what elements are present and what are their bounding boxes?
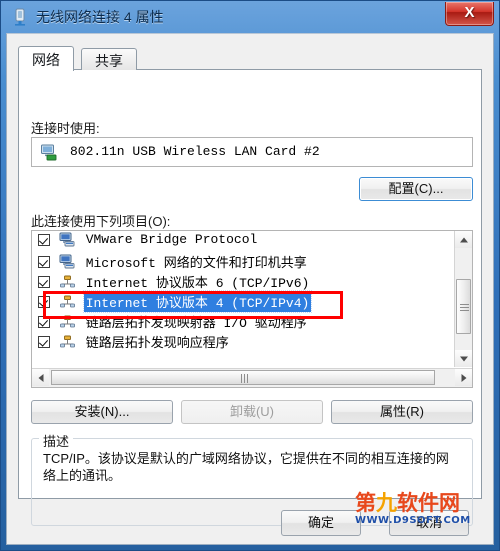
- watermark: 第九软件网 WWW.D9SOFT.COM: [355, 492, 487, 528]
- tab-network[interactable]: 网络: [18, 46, 74, 71]
- connect-using-label: 连接时使用:: [31, 121, 100, 136]
- window-title: 无线网络连接 4 属性: [36, 9, 164, 25]
- chevron-up-icon: [459, 237, 468, 242]
- chevron-right-icon: [461, 373, 466, 382]
- grip-line: [244, 374, 245, 383]
- network-adapter-icon: [12, 8, 29, 26]
- list-item-label: 链路层拓扑发现映射器 I/O 驱动程序: [85, 316, 307, 331]
- vertical-scrollbar[interactable]: [454, 231, 472, 367]
- list-item-label: Microsoft 网络的文件和打印机共享: [85, 256, 307, 271]
- watermark-url: WWW.D9SOFT.COM: [355, 515, 471, 526]
- checkbox-icon[interactable]: [38, 275, 50, 288]
- list-item[interactable]: Internet 协议版本 6 (TCP/IPv6): [32, 271, 455, 291]
- protocol-icon: [59, 294, 76, 309]
- title-bar[interactable]: 无线网络连接 4 属性 X: [6, 2, 494, 33]
- items-list-label: 此连接使用下列项目(O):: [31, 214, 171, 229]
- install-button[interactable]: 安装(N)...: [31, 400, 173, 424]
- list-item[interactable]: Microsoft 网络的文件和打印机共享: [32, 251, 455, 271]
- list-item-label: VMware Bridge Protocol: [85, 232, 258, 247]
- network-client-icon: [59, 254, 76, 269]
- close-icon: X: [464, 4, 475, 21]
- components-list-area: VMware Bridge Protocol Microsoft 网络的文件和打…: [32, 231, 455, 367]
- grip-line: [460, 310, 469, 311]
- components-listbox[interactable]: VMware Bridge Protocol Microsoft 网络的文件和打…: [31, 230, 473, 388]
- horizontal-scroll-thumb[interactable]: [51, 370, 435, 385]
- adapter-name: 802.11n USB Wireless LAN Card #2: [70, 144, 320, 159]
- uninstall-button: 卸载(U): [181, 400, 323, 424]
- protocol-icon: [59, 274, 76, 289]
- vertical-scroll-thumb[interactable]: [456, 279, 471, 334]
- tab-strip: 网络 共享: [18, 46, 482, 71]
- list-item-selected[interactable]: Internet 协议版本 4 (TCP/IPv4): [32, 290, 455, 313]
- grip-line: [460, 304, 469, 305]
- dialog-client: 网络 共享 连接时使用: 802.11n USB Wireless LAN Ca…: [6, 33, 494, 545]
- scroll-left-button[interactable]: [32, 369, 49, 386]
- list-item-label: 链路层拓扑发现响应程序: [85, 336, 229, 351]
- description-text: TCP/IP。该协议是默认的广域网络协议，它提供在不同的相互连接的网络上的通讯。: [43, 451, 449, 483]
- list-item-label: Internet 协议版本 4 (TCP/IPv4): [82, 290, 313, 313]
- watermark-title: 第九软件网: [355, 491, 460, 515]
- dialog-window: 无线网络连接 4 属性 X 网络 共享 连接时使用: 802.11n USB W…: [0, 0, 500, 551]
- horizontal-scrollbar[interactable]: [32, 368, 472, 387]
- adapter-field: 802.11n USB Wireless LAN Card #2: [31, 137, 473, 167]
- checkbox-icon[interactable]: [38, 233, 50, 246]
- description-title: 描述: [39, 431, 74, 450]
- chevron-left-icon: [38, 373, 43, 382]
- scroll-down-button[interactable]: [455, 350, 472, 367]
- configure-button[interactable]: 配置(C)...: [359, 177, 473, 201]
- ok-button[interactable]: 确定: [281, 510, 361, 536]
- adapter-icon: [40, 143, 59, 161]
- checkbox-icon[interactable]: [38, 255, 50, 268]
- list-item[interactable]: 链路层拓扑发现映射器 I/O 驱动程序: [32, 311, 455, 331]
- grip-line: [241, 374, 242, 383]
- tab-sharing[interactable]: 共享: [81, 48, 137, 70]
- properties-button[interactable]: 属性(R): [331, 400, 473, 424]
- scroll-up-button[interactable]: [455, 231, 472, 248]
- chevron-down-icon: [459, 356, 468, 361]
- checkbox-icon[interactable]: [38, 335, 50, 348]
- grip-line: [247, 374, 248, 383]
- protocol-icon: [59, 334, 76, 349]
- list-item[interactable]: 链路层拓扑发现响应程序: [32, 331, 455, 351]
- close-button[interactable]: X: [445, 2, 494, 26]
- list-item[interactable]: VMware Bridge Protocol: [32, 231, 455, 251]
- grip-line: [460, 307, 469, 308]
- protocol-icon: [59, 314, 76, 329]
- list-item-label: Internet 协议版本 6 (TCP/IPv6): [85, 276, 310, 291]
- scroll-right-button[interactable]: [455, 369, 472, 386]
- network-client-icon: [59, 232, 76, 247]
- checkbox-icon[interactable]: [38, 295, 50, 308]
- checkbox-icon[interactable]: [38, 315, 50, 328]
